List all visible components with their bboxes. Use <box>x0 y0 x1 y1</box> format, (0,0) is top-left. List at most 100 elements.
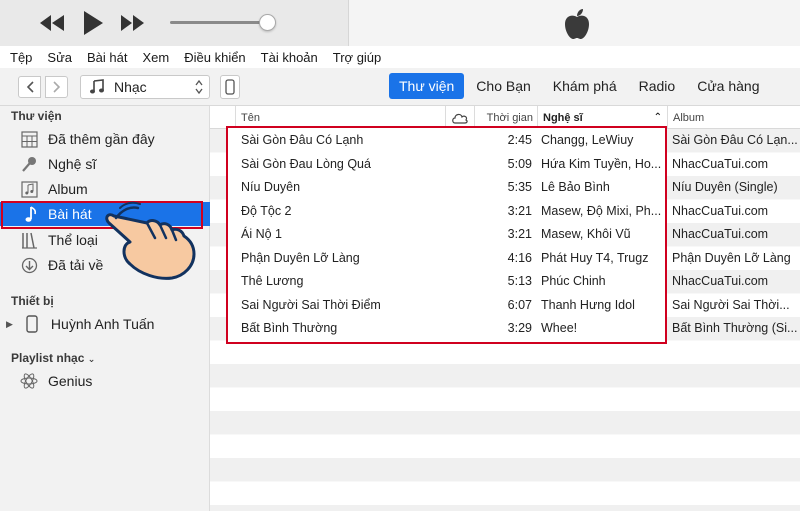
chevron-left-icon <box>26 81 34 93</box>
sidebar-item-genius[interactable]: Genius <box>0 369 210 393</box>
phone-icon <box>225 79 235 95</box>
genius-atom-icon <box>20 372 38 390</box>
column-header-time[interactable]: Thời gian <box>474 106 537 129</box>
menu-view[interactable]: Xem <box>143 50 170 65</box>
song-album-cell: Sai Người Sai Thời... <box>672 297 790 312</box>
menu-controls[interactable]: Điều khiển <box>184 50 245 65</box>
tab-radio[interactable]: Radio <box>629 73 686 99</box>
song-album-cell: NhacCuaTui.com <box>672 156 769 171</box>
volume-slider-knob[interactable] <box>259 14 276 31</box>
music-note-icon <box>20 205 38 223</box>
playlists-section-title[interactable]: Playlist nhạc ⌄ <box>11 351 95 365</box>
menu-file[interactable]: Tệp <box>10 50 32 65</box>
song-artist-cell: Whee! <box>541 321 578 335</box>
player-bar <box>0 0 800 46</box>
tab-library[interactable]: Thư viện <box>389 73 465 99</box>
forward-button[interactable] <box>45 76 68 98</box>
cloud-icon[interactable] <box>445 106 474 129</box>
song-list: Tên Thời gian Nghệ sĩ ⌃ Album Sài Gòn Đâ… <box>210 106 800 511</box>
itunes-window: Tệp Sửa Bài hát Xem Điều khiển Tài khoản… <box>0 0 800 511</box>
media-kind-label: Nhạc <box>114 79 147 95</box>
media-kind-select[interactable]: Nhạc <box>80 75 210 99</box>
play-icon[interactable] <box>78 9 108 37</box>
song-album-cell: NhacCuaTui.com <box>672 203 769 218</box>
table-row[interactable]: Độ Tộc 2 3:21 Masew, Độ Mixi, Ph... NhacCua… <box>210 200 800 224</box>
song-artist-cell: Masew, Khôi Vũ <box>541 227 631 241</box>
sidebar-item-label: Thể loại <box>48 232 98 248</box>
tab-for-you[interactable]: Cho Bạn <box>466 73 540 99</box>
table-row[interactable]: Sài Gòn Đau Lòng Quá 5:09 Hứa Kim Tuyền, H… <box>210 153 800 177</box>
microphone-icon <box>20 155 38 173</box>
device-button[interactable] <box>220 75 240 99</box>
apple-logo-icon <box>562 8 592 40</box>
sidebar-item-recently-added[interactable]: Đã thêm gần đây <box>0 127 210 151</box>
menu-account[interactable]: Tài khoản <box>261 50 318 65</box>
song-album-cell: NhacCuaTui.com <box>672 274 769 288</box>
device-name: Huỳnh Anh Tuấn <box>50 316 155 332</box>
song-name-cell: Phận Duyên Lỡ Làng <box>241 250 360 265</box>
fast-forward-icon[interactable] <box>118 9 148 37</box>
song-time-cell: 3:29 <box>507 321 532 335</box>
song-name-cell: Sai Người Sai Thời Điểm <box>241 297 381 312</box>
rewind-icon[interactable] <box>37 9 67 37</box>
tab-store[interactable]: Cửa hàng <box>687 73 769 99</box>
table-header: Tên Thời gian Nghệ sĩ ⌃ Album <box>210 106 800 129</box>
table-row[interactable]: Níu Duyên 5:35 Lê Bảo Bình Níu Duyên (Singl… <box>210 176 800 200</box>
song-time-cell: 4:16 <box>507 250 532 265</box>
song-name-cell: Ái Nộ 1 <box>241 227 282 241</box>
library-section-title: Thư viện <box>11 109 62 123</box>
song-artist-cell: Hứa Kim Tuyền, Ho... <box>541 156 661 171</box>
menu-help[interactable]: Trợ giúp <box>333 50 382 65</box>
album-icon <box>20 180 38 198</box>
toolbar: Nhạc Thư viện Cho Bạn Khám phá Radio Cửa… <box>0 68 800 106</box>
table-row[interactable]: Bất Bình Thường 3:29 Whee! Bất Bình Thường … <box>210 317 800 341</box>
sidebar-item-label: Genius <box>48 373 93 389</box>
device-item[interactable]: ▶ Huỳnh Anh Tuấn <box>0 312 210 336</box>
sidebar-item-label: Nghệ sĩ <box>48 156 97 172</box>
sidebar-item-label: Album <box>48 181 88 197</box>
download-icon <box>20 256 38 274</box>
table-row[interactable]: Phận Duyên Lỡ Làng 4:16 Phát Huy T4, Trugz… <box>210 247 800 271</box>
menu-edit[interactable]: Sửa <box>47 50 72 65</box>
song-name-cell: Sài Gòn Đau Lòng Quá <box>241 156 371 171</box>
song-time-cell: 6:07 <box>507 297 532 312</box>
song-album-cell: Bất Bình Thường (Si... <box>672 321 798 335</box>
tab-browse[interactable]: Khám phá <box>543 73 627 99</box>
disclosure-triangle-icon[interactable]: ▶ <box>6 319 13 330</box>
sidebar: Thư viện Đã thêm gần đây Nghệ sĩ Album B… <box>0 106 210 511</box>
table-row[interactable]: Sai Người Sai Thời Điểm 6:07 Thanh Hưng Id… <box>210 294 800 318</box>
song-time-cell: 5:13 <box>507 274 532 288</box>
song-album-cell: Níu Duyên (Single) <box>672 180 778 194</box>
devices-section-title: Thiết bị <box>11 294 54 308</box>
chevron-updown-icon <box>195 79 203 95</box>
table-row[interactable]: Ái Nộ 1 3:21 Masew, Khôi Vũ NhacCuaTui.com <box>210 223 800 247</box>
column-header-name[interactable]: Tên <box>235 106 445 129</box>
table-row[interactable]: Thê Lương 5:13 Phúc Chinh NhacCuaTui.com <box>210 270 800 294</box>
song-name-cell: Thê Lương <box>241 274 304 288</box>
back-button[interactable] <box>18 76 41 98</box>
song-artist-cell: Thanh Hưng Idol <box>541 297 635 312</box>
music-note-icon <box>90 79 104 94</box>
chevron-right-icon <box>52 81 60 93</box>
song-artist-cell: Phát Huy T4, Trugz <box>541 250 649 265</box>
song-artist-cell: Lê Bảo Bình <box>541 180 610 194</box>
song-time-cell: 5:09 <box>507 156 532 171</box>
sidebar-item-artists[interactable]: Nghệ sĩ <box>0 152 210 176</box>
menu-song[interactable]: Bài hát <box>87 50 127 65</box>
column-header-artist-label: Nghệ sĩ <box>543 111 583 124</box>
calendar-grid-icon <box>20 130 38 148</box>
volume-slider[interactable] <box>170 21 270 24</box>
playlists-section-label: Playlist nhạc <box>11 351 85 365</box>
column-header-album[interactable]: Album <box>667 106 800 129</box>
sidebar-item-label: Đã tải về <box>48 257 104 273</box>
table-row[interactable]: Sài Gòn Đâu Có Lạnh 2:45 Changg, LeWiuy Sài… <box>210 129 800 153</box>
nav-tabs: Thư viện Cho Bạn Khám phá Radio Cửa hàng <box>389 73 772 99</box>
pointing-hand-icon <box>100 196 210 286</box>
song-time-cell: 3:21 <box>507 203 532 218</box>
song-artist-cell: Changg, LeWiuy <box>541 133 634 147</box>
song-album-cell: NhacCuaTui.com <box>672 227 769 241</box>
column-header-artist[interactable]: Nghệ sĩ ⌃ <box>537 106 667 129</box>
sort-ascending-icon: ⌃ <box>653 112 662 123</box>
sidebar-item-label: Bài hát <box>48 206 92 222</box>
song-name-cell: Độ Tộc 2 <box>241 203 292 218</box>
